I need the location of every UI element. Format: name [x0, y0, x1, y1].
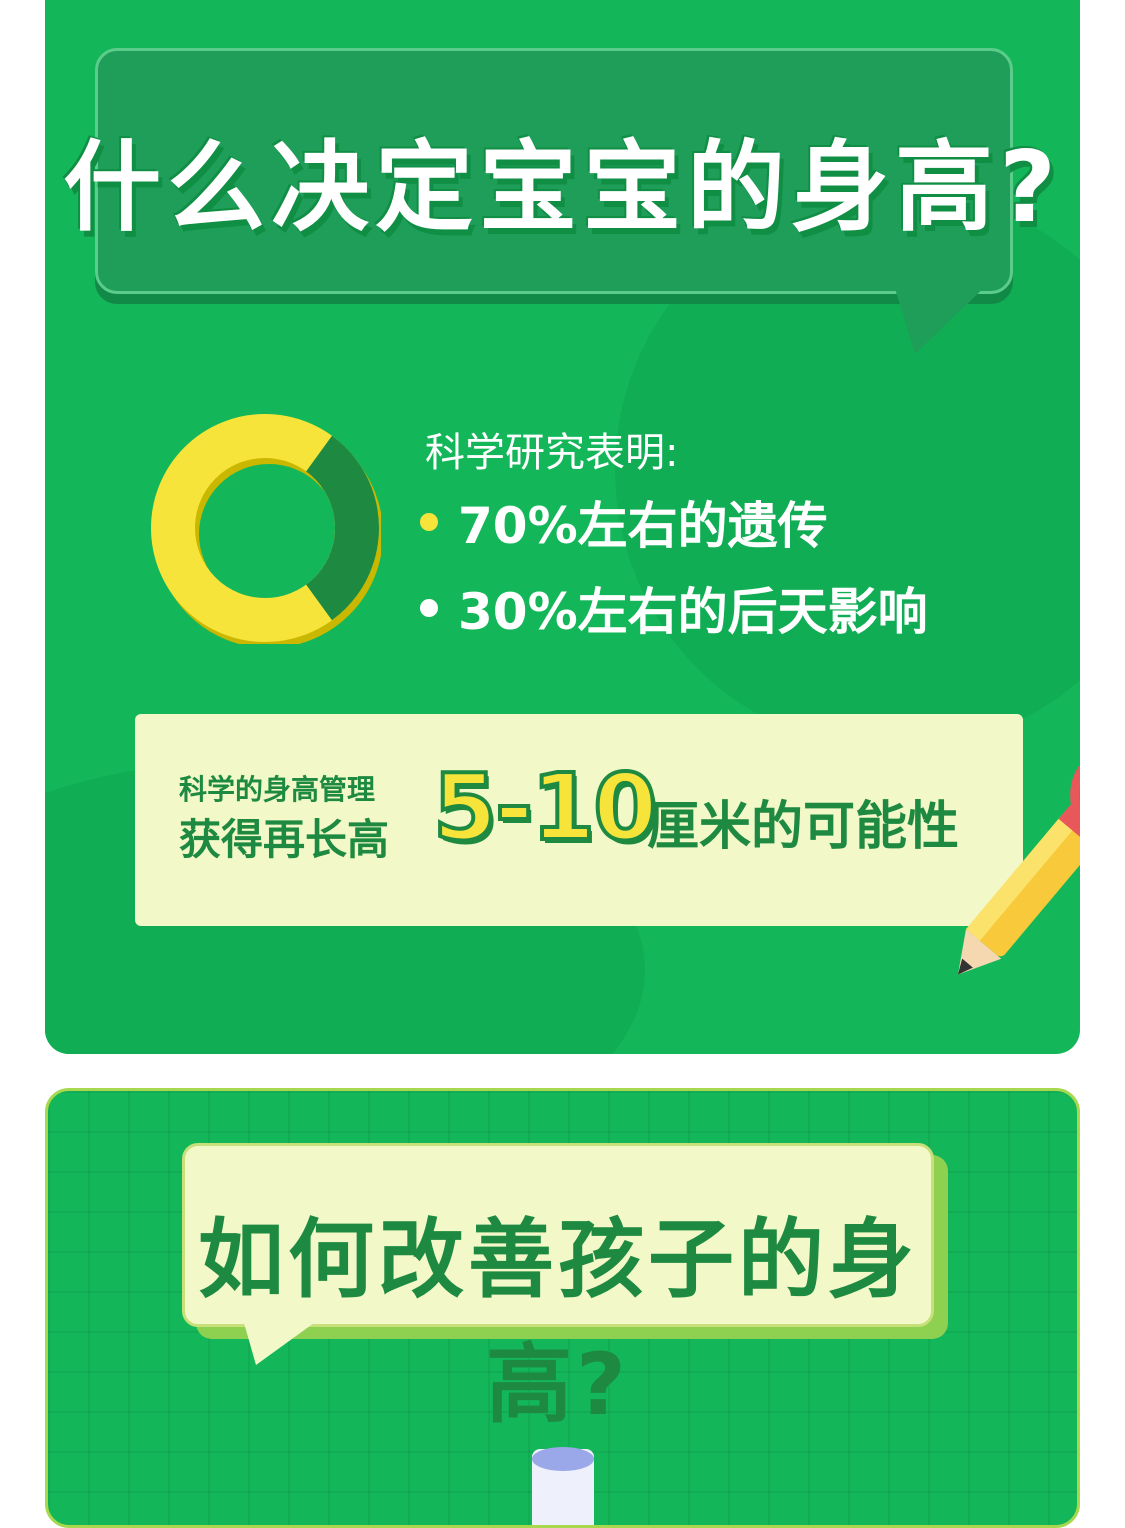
section-title: 如何改善孩子的身高?: [198, 1210, 918, 1435]
bullet-genetic: 70%左右的遗传: [420, 486, 828, 558]
improve-height-card: 如何改善孩子的身高?: [45, 1088, 1080, 1528]
management-box: 科学的身高管理 获得再长高 5-10 厘米的可能性: [135, 714, 1023, 926]
height-gain-number: 5-10: [431, 752, 659, 863]
pencil-icon: [957, 764, 1080, 975]
management-line1: 科学的身高管理: [179, 773, 376, 806]
section-title: 什么决定宝宝的身高?: [63, 131, 1062, 245]
bottle-cap: [532, 1447, 594, 1471]
management-line2: 获得再长高: [179, 815, 390, 864]
bullet-text: 70%左右的遗传: [458, 497, 828, 555]
height-factors-card: 什么决定宝宝的身高? 科学研究表明: 70%左右的遗传 30%左右的后天影响 科…: [45, 0, 1080, 1054]
research-intro: 科学研究表明:: [425, 430, 679, 476]
bullet-acquired: 30%左右的后天影响: [420, 572, 928, 644]
management-suffix: 厘米的可能性: [647, 797, 960, 857]
bullet-dot-icon: [420, 599, 438, 617]
bullet-text: 30%左右的后天影响: [458, 583, 928, 641]
speech-bubble-tail: [893, 282, 990, 354]
donut-chart: [151, 414, 381, 644]
bullet-dot-icon: [420, 513, 438, 531]
